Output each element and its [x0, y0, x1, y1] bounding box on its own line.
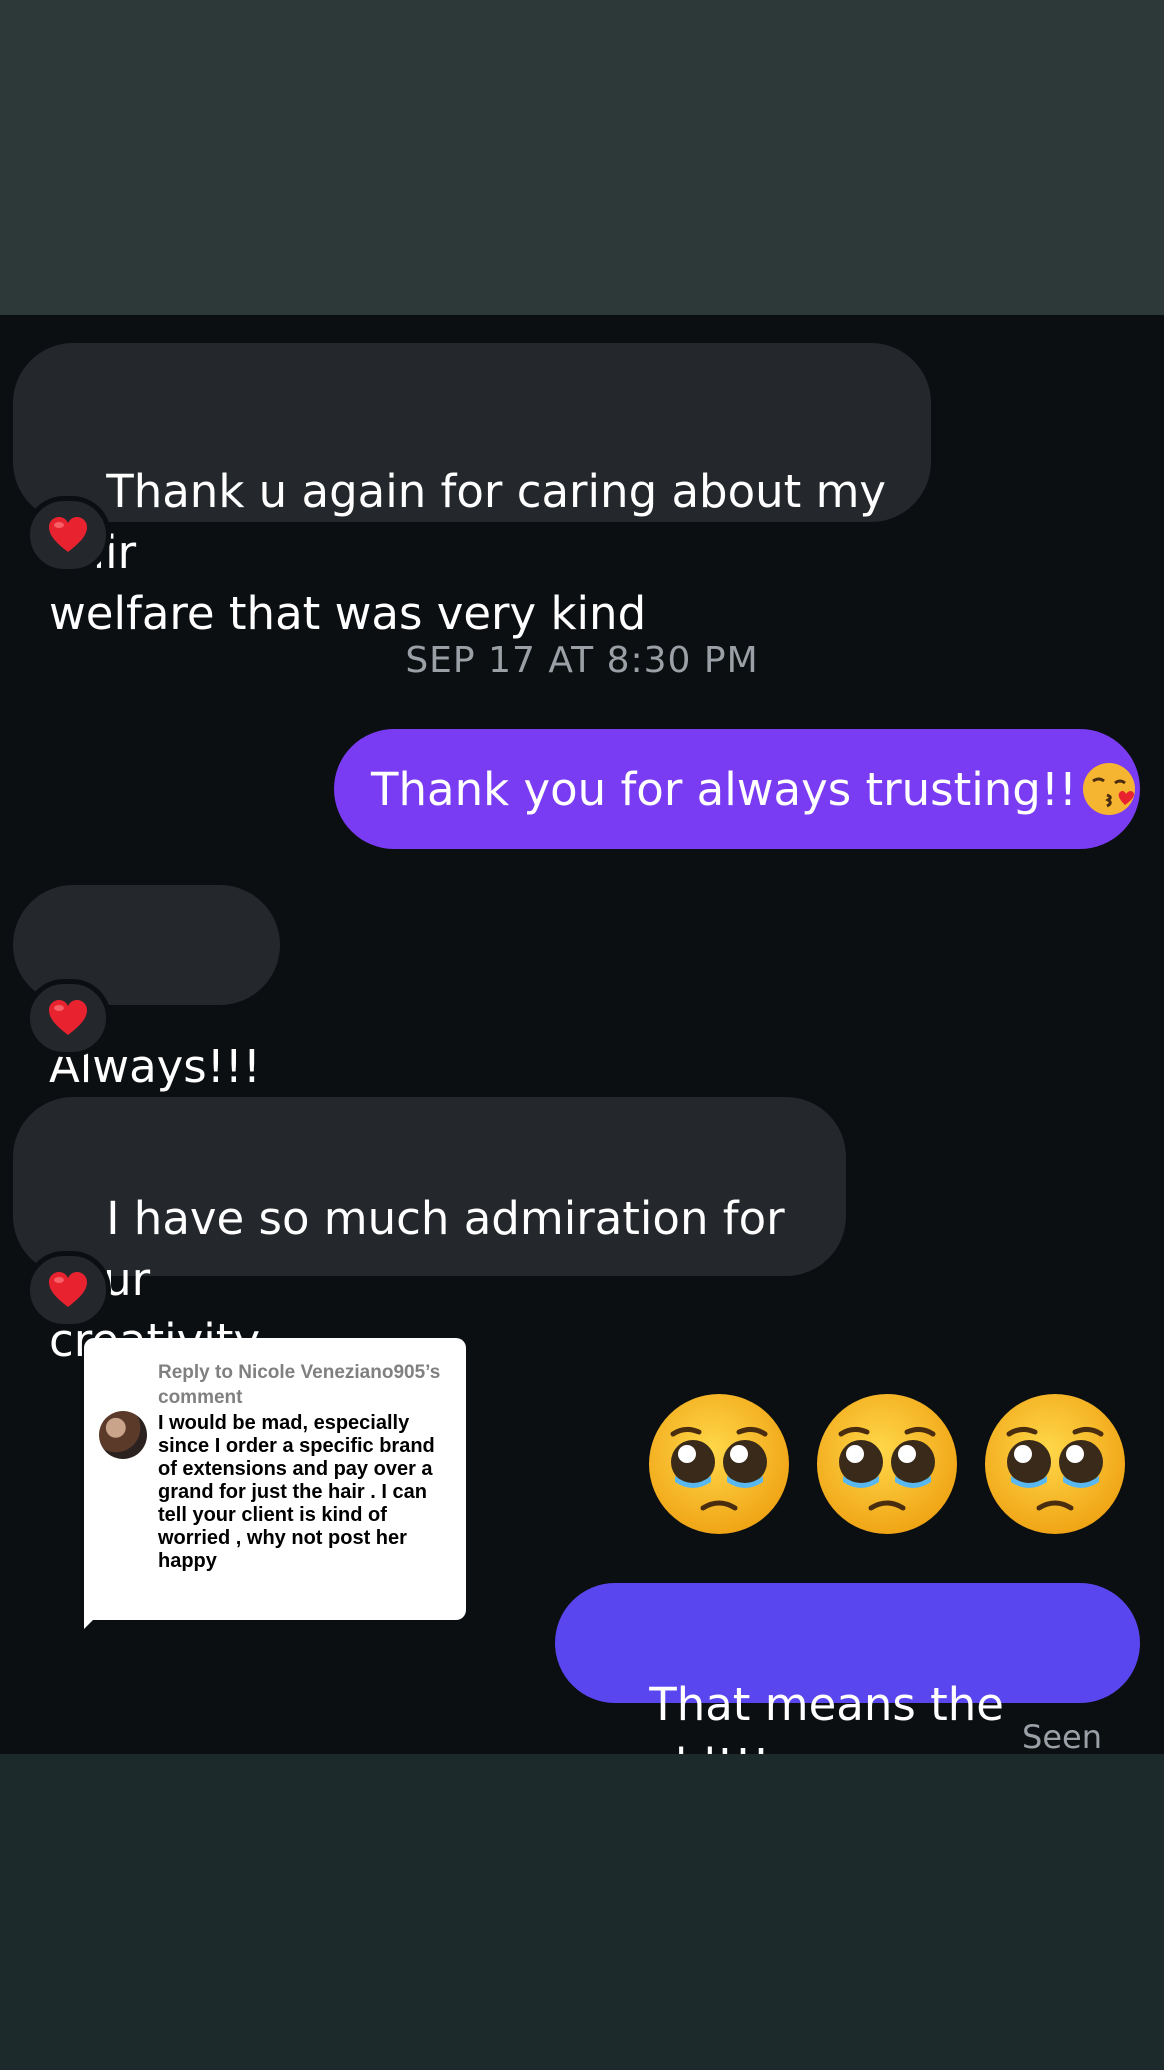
sticker-tail — [84, 1605, 108, 1629]
emoji-message[interactable] — [645, 1390, 1130, 1540]
pleading-face-icon — [985, 1394, 1125, 1534]
reply-header: Reply to Nicole Veneziano905’s comment — [158, 1362, 441, 1408]
heart-icon — [49, 1000, 87, 1035]
pleading-face-icon — [817, 1394, 957, 1534]
bottom-dim-area — [0, 1754, 1164, 2070]
outgoing-message-trusting[interactable]: Thank you for always trusting!! — [334, 729, 1140, 849]
heart-reaction[interactable] — [25, 979, 111, 1057]
seen-receipt: Seen — [1022, 1718, 1102, 1756]
pleading-face-icon — [649, 1394, 789, 1534]
heart-reaction[interactable] — [25, 496, 111, 574]
heart-icon — [49, 1272, 87, 1307]
comment-reply-sticker[interactable]: Reply to Nicole Veneziano905’s comment I… — [84, 1338, 466, 1620]
message-text: Thank u again for caring about my hair w… — [49, 465, 887, 640]
reply-comment-text: I would be mad, especially since I order… — [158, 1412, 435, 1572]
chat-thread[interactable]: Thank u again for caring about my hair w… — [0, 315, 1164, 1792]
top-dim-area — [0, 0, 1164, 315]
heart-icon — [49, 517, 87, 552]
incoming-message-admiration[interactable]: I have so much admiration for your creat… — [13, 1097, 846, 1367]
timestamp-divider: SEP 17 AT 8:30 PM — [405, 640, 759, 681]
outgoing-message-world[interactable]: That means the world!!! — [555, 1583, 1140, 1792]
message-text: Thank you for always trusting!! — [371, 763, 1077, 816]
incoming-message-hair-welfare[interactable]: Thank u again for caring about my hair w… — [13, 343, 931, 640]
avatar — [99, 1411, 147, 1459]
heart-reaction[interactable] — [25, 1251, 111, 1329]
kissing-face-with-heart-icon — [1082, 763, 1135, 815]
